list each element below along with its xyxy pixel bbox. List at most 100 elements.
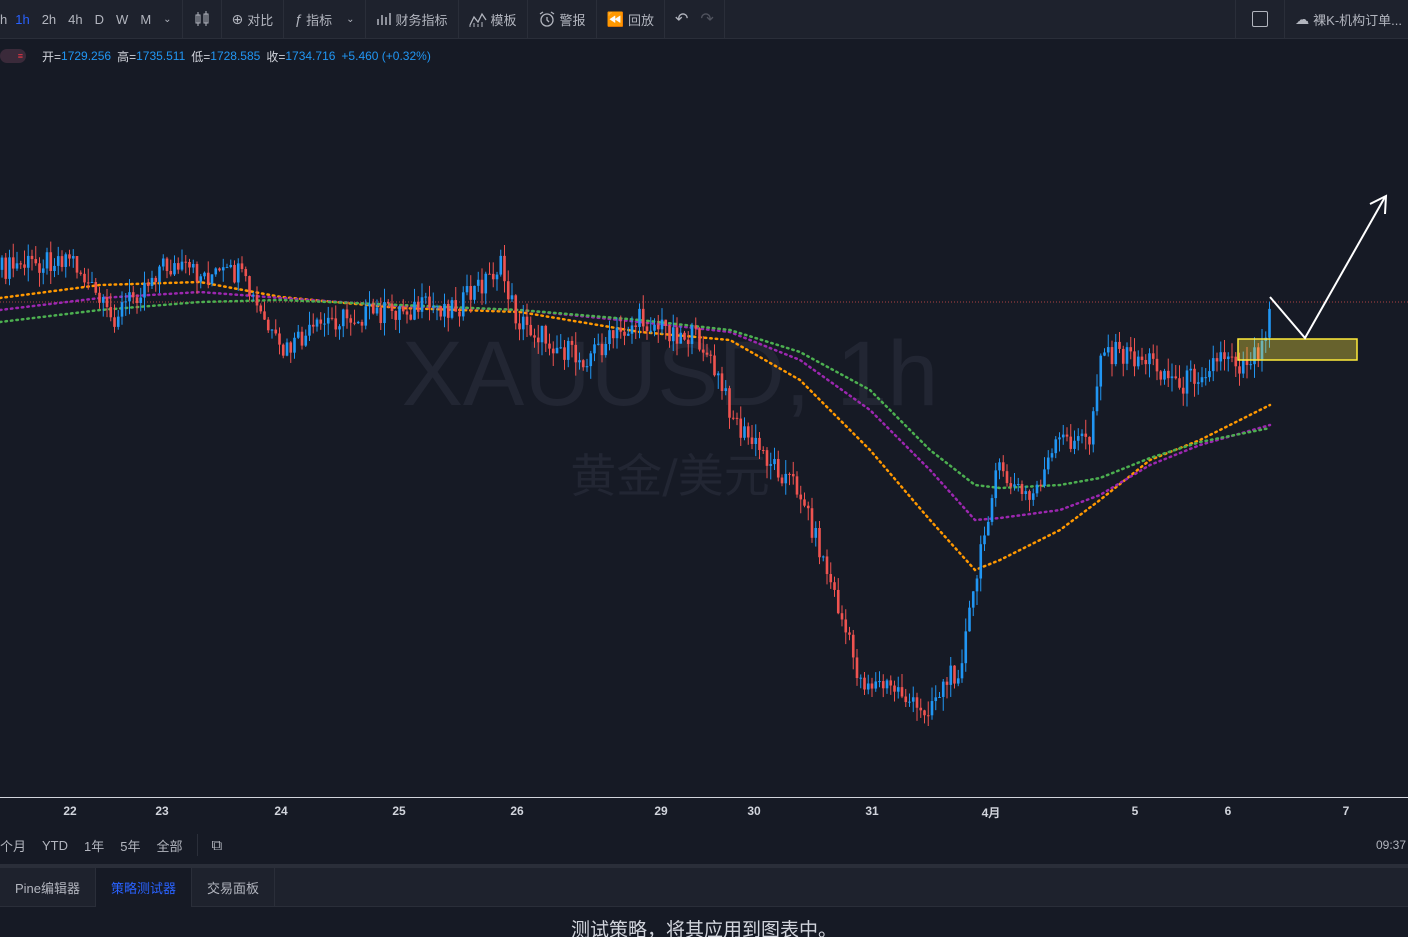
toolbar-divider (181, 0, 183, 39)
candle-body (135, 297, 139, 303)
candle-body (60, 256, 64, 267)
candle-body (555, 347, 559, 354)
candle-body (1159, 371, 1163, 380)
candle-body (240, 263, 244, 270)
candle-body (353, 322, 356, 324)
candle-body (1035, 484, 1039, 494)
candle-body (49, 252, 53, 272)
candle-body (289, 342, 293, 353)
xaxis-tick: 30 (747, 804, 761, 818)
candle-body (1058, 437, 1061, 440)
interval-4h[interactable]: 4h (62, 0, 88, 39)
candle-body (660, 319, 664, 330)
candle-body (878, 681, 881, 683)
interval-w[interactable]: W (110, 0, 134, 39)
template-icon (468, 12, 487, 27)
price-chart[interactable]: XAUUSD, 1h 黄金/美元 (0, 40, 1408, 797)
layout-name-button[interactable]: ☁ 裸K-机构订单... (1289, 0, 1408, 39)
toolbar-divider (526, 0, 528, 39)
candle-body (405, 311, 409, 315)
range-5y[interactable]: 5年 (112, 836, 148, 855)
tab-pine-editor[interactable]: Pine编辑器 (0, 868, 97, 907)
time-display[interactable]: 09:37 (1376, 838, 1406, 852)
financials-label: 财务指标 (395, 12, 448, 28)
candle-body (323, 323, 326, 325)
candle-body (911, 697, 915, 702)
indicators-button[interactable]: ƒ 指标 ⌄ (288, 0, 360, 39)
candle-body (1185, 370, 1189, 394)
candle-body (630, 325, 634, 334)
interval-1h[interactable]: 1h (9, 0, 35, 39)
xaxis-tick: 7 (1342, 804, 1350, 818)
projection-arrow[interactable] (1269, 196, 1386, 340)
range-all[interactable]: 全部 (148, 836, 190, 855)
candle-body (863, 677, 866, 690)
candle-body (705, 352, 709, 355)
interval-m[interactable]: M (134, 0, 157, 39)
candle-body (1196, 382, 1200, 384)
range-1y[interactable]: 1年 (76, 836, 112, 855)
candle-body (1073, 440, 1076, 449)
candle-body (754, 437, 758, 444)
interval-dropdown-icon[interactable]: ⌄ (157, 0, 177, 39)
interval-2h[interactable]: 2h (36, 0, 62, 39)
candle-body (30, 255, 34, 260)
candle-body (848, 632, 851, 635)
compare-button[interactable]: ⊕ 对比 (226, 0, 280, 39)
compare-label: 对比 (247, 12, 274, 28)
candle-body (746, 426, 750, 438)
candle-body (128, 292, 131, 302)
candle-body (1106, 347, 1110, 353)
candle-body (810, 508, 814, 538)
legend-menu-icon[interactable]: ≡ (0, 49, 26, 63)
tab-trading-panel[interactable]: 交易面板 (192, 868, 276, 907)
candle-body (690, 325, 694, 344)
highlight-zone[interactable] (1237, 338, 1358, 361)
undo-button[interactable]: ↶ (669, 0, 694, 39)
alerts-button[interactable]: 警报 (532, 0, 592, 39)
chart-type-button[interactable] (187, 0, 217, 39)
candle-body (270, 329, 274, 331)
candle-body (840, 613, 844, 620)
candle-body (461, 292, 465, 317)
candle-body (503, 255, 506, 282)
candle-body (364, 306, 368, 326)
interval-h[interactable]: h (0, 0, 9, 39)
range-ytd[interactable]: YTD (34, 838, 76, 853)
candle-body (881, 681, 885, 689)
financials-button[interactable]: 财务指标 (370, 0, 454, 39)
candle-body (619, 327, 623, 332)
templates-button[interactable]: 模板 (463, 0, 523, 39)
tab-strategy-tester[interactable]: 策略测试器 (96, 868, 193, 907)
candle-body (476, 279, 480, 286)
replay-button[interactable]: ⏪ 回放 (601, 0, 660, 39)
goto-date-icon[interactable]: ⧉ (204, 837, 231, 854)
candle-body (941, 681, 945, 697)
candle-body (533, 335, 536, 338)
range-months[interactable]: 个月 (0, 836, 34, 855)
time-axis[interactable]: 22 23 24 25 26 29 30 31 4月 5 6 7 (0, 797, 1408, 825)
candle-body (578, 360, 581, 363)
candle-body (345, 309, 349, 319)
candle-body (938, 696, 941, 698)
candle-body (934, 697, 938, 702)
candle-body (720, 373, 724, 392)
plus-circle-icon: ⊕ (231, 10, 244, 27)
high-value: 1735.511 (136, 49, 186, 63)
candle-body (158, 266, 161, 283)
xaxis-tick: 4月 (981, 806, 1001, 820)
candle-body (855, 657, 859, 679)
candle-body (11, 257, 15, 269)
candle-body (105, 297, 109, 308)
candle-body (926, 715, 930, 717)
candle-body (529, 324, 533, 336)
fullscreen-button[interactable] (1240, 0, 1280, 39)
candle-body (124, 301, 128, 303)
candle-body (0, 257, 4, 270)
candle-body (1238, 366, 1241, 374)
interval-d[interactable]: D (89, 0, 110, 39)
candle-body (8, 257, 11, 279)
candle-body (1133, 351, 1136, 367)
candle-body (229, 264, 233, 268)
redo-button[interactable]: ↷ (694, 0, 719, 39)
